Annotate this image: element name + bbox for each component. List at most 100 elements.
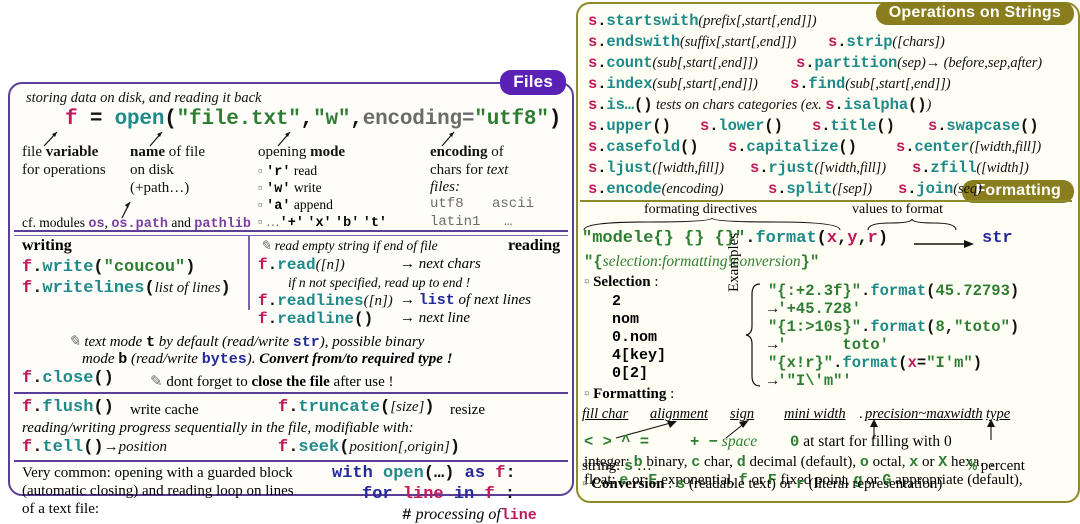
s-obj: s (588, 12, 598, 30)
f-writelines-line: f.writelines(list of lines) (22, 279, 231, 298)
footer-code-line3: # processing ofline (402, 506, 537, 524)
args-encode: (encoding) (661, 181, 724, 197)
fn-swapcase: swapcase (946, 117, 1021, 135)
f-seek-line: f.seek(position[,origin]) (278, 438, 460, 457)
s-obj: s (588, 54, 598, 72)
var-f: f (495, 464, 506, 483)
sign-space: space (721, 433, 758, 450)
examples-label: Examples (726, 232, 742, 292)
f-read-result: → next chars (400, 256, 481, 272)
percent-code: % (968, 458, 978, 475)
writing-title: writing (22, 237, 72, 254)
f-seek-obj: f (278, 438, 289, 457)
footer-text-3: of a text file: (22, 501, 100, 517)
label-directives: formating directives (644, 202, 758, 217)
f-writelines-obj: f (22, 279, 33, 298)
f-tell-obj: f (22, 438, 33, 457)
pen-icon: ✎ (68, 334, 81, 350)
f-write-paren-l: ( (93, 258, 104, 277)
mode-b: 'b' (335, 216, 360, 231)
args-swapcase: () (1020, 117, 1039, 135)
fn-index: index (606, 75, 653, 93)
mode-note-str: str (292, 334, 320, 351)
f-truncate-fn: truncate (298, 398, 381, 417)
ex3-argvar: x (907, 354, 917, 372)
str-row-center: s.center([width,fill]) (896, 138, 1042, 156)
str-row-strip: s.strip([chars]) (828, 33, 945, 51)
mode-note-bytes: bytes (201, 351, 247, 368)
s-obj: s (728, 138, 738, 156)
args-rjust: ([width,fill]) (814, 160, 886, 176)
spec-q2: " (809, 253, 820, 271)
format-template: "modele{} {} {}" (582, 229, 746, 248)
conversion-title: Conversion (591, 476, 665, 492)
divider-header-thin (14, 235, 568, 236)
f-readline-obj: f (258, 310, 268, 328)
col4-line1-em: text (486, 162, 509, 178)
conversion-colon: : (664, 476, 677, 492)
selection-item-4: 0[2] (612, 365, 649, 382)
conversion-r-desc: (literal representation) (804, 476, 943, 492)
f-writelines-paren-r: ) (220, 279, 231, 298)
mode-w-desc: write (293, 180, 322, 195)
encoding-latin1: latin1 (430, 214, 481, 230)
f-writelines-arg: list of lines (154, 280, 221, 296)
f-write-fn: write (42, 258, 94, 277)
mode-note-t: t (145, 334, 155, 351)
args-count: (sub[,start[,end]]) (652, 55, 758, 71)
type-X: X (938, 454, 948, 471)
mode-t: 't' (362, 216, 388, 231)
f-read-dot: . (267, 256, 278, 274)
divider-header (14, 230, 568, 232)
mode-note-2: mode b (read/write bytes). Convert from/… (82, 351, 453, 368)
strings-badge: Operations on Strings (875, 2, 1074, 26)
s-obj: s (768, 180, 778, 198)
fn-rjust: rjust (768, 159, 815, 177)
f-writelines-fn: writelines (42, 279, 145, 298)
formatting-heading: ▫ Formatting : (584, 386, 674, 403)
footer-text-1: Very common: opening with a guarded bloc… (22, 465, 293, 481)
fn-center: center (914, 138, 970, 156)
fn-format: format (755, 229, 817, 248)
fn-partition: partition (814, 54, 898, 72)
progress-note: reading/writing progress sequentially in… (22, 420, 414, 436)
f-tell-result: position (118, 439, 167, 455)
args-strip: ([chars]) (892, 34, 945, 50)
comment-text: processing of (415, 506, 501, 523)
cheatsheet-page: Files storing data on disk, and reading … (0, 0, 1080, 524)
args-split: ([sep]) (832, 181, 872, 197)
s-obj: s (828, 33, 838, 51)
type-s-text: … (633, 458, 652, 474)
str-row-index: s.index(sub[,start[,end]]) (588, 75, 758, 93)
args-center: ([width,fill]) (969, 139, 1042, 155)
f-close-dot: . (32, 369, 43, 388)
f-truncate-line: f.truncate([size]) (278, 398, 435, 417)
mode-note-2e: ). (246, 351, 260, 367)
encoding-utf8: utf8 (430, 196, 464, 212)
example-3-result: →'"I\'m"' (768, 372, 852, 390)
type-o-text: octal, (868, 454, 910, 470)
f-readlines-arrow: → (400, 292, 419, 308)
f-truncate-obj: f (278, 398, 289, 417)
f-tell-dot: . (32, 438, 43, 457)
comment-code: line (500, 507, 537, 524)
f-flush-args: () (93, 398, 114, 417)
ex2-template: "{1:>10s}" (768, 318, 862, 336)
mode-w: ▫ 'w' write (258, 180, 322, 197)
pen-icon: ✎ (260, 238, 272, 253)
fn-count: count (606, 54, 653, 72)
args-find: (sub[,start[,end]]) (845, 76, 951, 92)
mode-note-2a: mode (82, 351, 119, 367)
f-readlines-dot: . (267, 292, 278, 310)
conversion-line: ▫ Conversion : s (readable text) or r (l… (582, 476, 942, 493)
selection-item-1: nom (612, 311, 640, 328)
percent-note: % percent (968, 458, 1025, 475)
col3-title-bold: mode (310, 144, 346, 160)
s-obj: s (588, 138, 598, 156)
f-truncate-desc: resize (450, 402, 485, 418)
example-3-code: "{x!r}".format(x="I'm") (768, 354, 982, 372)
ex3-arrow: → (768, 372, 778, 390)
ex3-fn: format (842, 354, 899, 372)
fn-encode: encode (606, 180, 662, 198)
ex2-arg2: "toto" (954, 318, 1010, 336)
